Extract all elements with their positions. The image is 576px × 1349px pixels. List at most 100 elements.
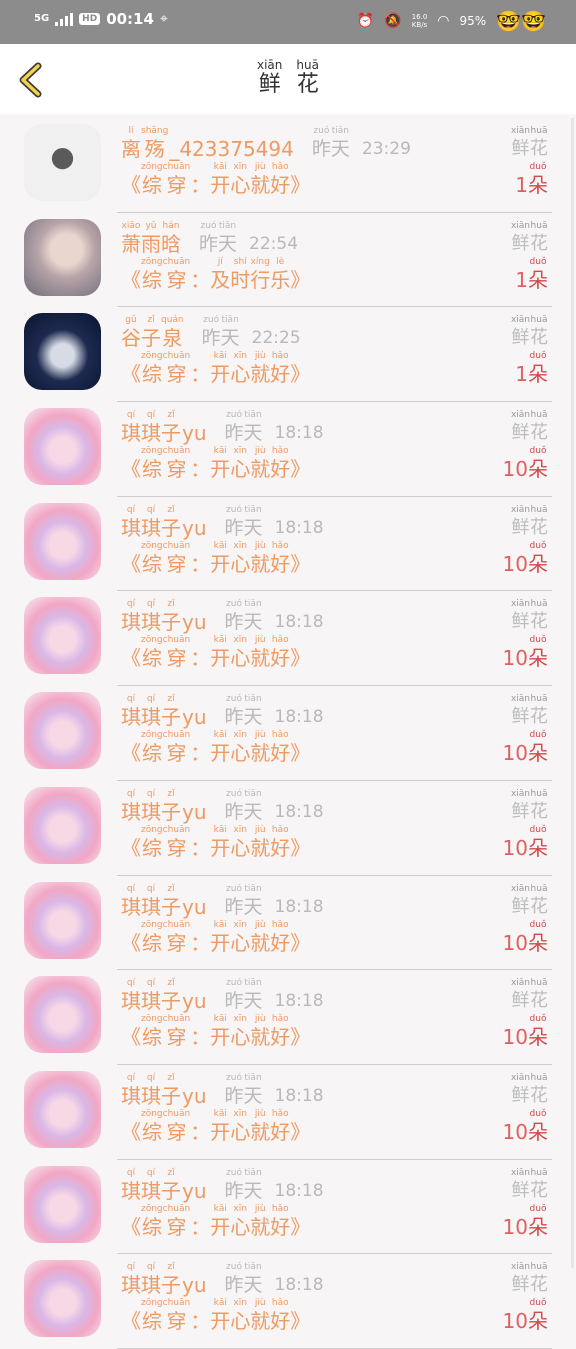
book-char: xīn 心: [230, 541, 250, 577]
hanzi: 琪: [121, 894, 141, 919]
avatar[interactable]: [24, 786, 101, 864]
book-char: chuān 穿: [163, 1014, 191, 1050]
sender-name[interactable]: gǔ 谷 zǐ 子 quán 泉: [121, 315, 184, 351]
gift-type: xiān 鲜 huā 花: [511, 505, 548, 541]
pinyin: zōng: [141, 1014, 163, 1025]
count-number: 10: [502, 646, 528, 671]
gift-count: 10 duǒ 朵: [503, 541, 548, 577]
name-char: zǐ 子: [161, 505, 181, 541]
pinyin: xíng: [250, 256, 270, 267]
hanzi: 综: [141, 930, 162, 955]
gift-char: xiān 鲜: [511, 599, 530, 635]
list-item[interactable]: xiāo 萧 yǔ 雨 hán 晗 zuó 昨 tiān 天 22:54 《 zōng 综 chuān 穿： j…: [0, 213, 576, 308]
sender-name-suffix: _423375494: [169, 137, 294, 161]
hanzi: 鲜: [511, 1179, 530, 1201]
pinyin: qí: [146, 883, 156, 894]
hanzi: 琪: [121, 989, 141, 1014]
list-item[interactable]: qí 琪 qí 琪 zǐ 子 yu zuó 昨 tiān 天 18:18 《 zōng 综 chuān 穿： kā…: [0, 591, 576, 687]
pinyin: zōng: [141, 919, 163, 930]
sender-name[interactable]: qí 琪 qí 琪 zǐ 子 yu: [121, 978, 207, 1014]
gift-char: xiān 鲜: [511, 315, 530, 351]
list-item[interactable]: qí 琪 qí 琪 zǐ 子 yu zuó 昨 tiān 天 18:18 《 zōng 综 chuān 穿： kā…: [0, 876, 576, 971]
sender-line: lí 离 shāng 殇 _423375494 zuó 昨 tiān 天 23:29: [121, 126, 411, 162]
hanzi: 鲜: [511, 895, 530, 917]
hanzi: 子: [161, 799, 181, 824]
avatar[interactable]: [24, 1260, 101, 1338]
avatar[interactable]: [24, 881, 101, 959]
pinyin: duǒ: [529, 1203, 547, 1214]
book-char: kāi 开: [210, 730, 230, 766]
sender-name[interactable]: qí 琪 qí 琪 zǐ 子 yu: [121, 410, 207, 446]
pinyin: qí: [126, 410, 136, 421]
book-char: chuān 穿: [163, 541, 191, 577]
sender-name[interactable]: qí 琪 qí 琪 zǐ 子 yu: [121, 789, 207, 825]
avatar[interactable]: [24, 597, 101, 675]
book-char: zōng 综: [141, 730, 163, 766]
sender-name[interactable]: qí 琪 qí 琪 zǐ 子 yu: [121, 884, 207, 920]
book-char: hǎo 好: [270, 1298, 290, 1334]
list-item[interactable]: qí 琪 qí 琪 zǐ 子 yu zuó 昨 tiān 天 18:18 《 zōng 综 chuān 穿： kā…: [0, 497, 576, 592]
book-char: zōng 综: [141, 825, 163, 861]
hanzi: 天: [243, 1179, 263, 1202]
pinyin: kāi: [213, 540, 227, 551]
hanzi: 好: [270, 551, 291, 576]
sender-name[interactable]: xiāo 萧 yǔ 雨 hán 晗: [121, 221, 181, 257]
count-number: 10: [502, 551, 528, 576]
pinyin: chuān: [162, 824, 191, 835]
hanzi: 心: [230, 835, 251, 860]
list-item[interactable]: gǔ 谷 zǐ 子 quán 泉 zuó 昨 tiān 天 22:25 《 zōng 综 chuān 穿： kā…: [0, 307, 576, 403]
sender-name[interactable]: qí 琪 qí 琪 zǐ 子 yu: [121, 1168, 207, 1204]
book-char: kāi 开: [210, 1109, 230, 1145]
pinyin: xīn: [233, 351, 247, 362]
pinyin: huā: [530, 788, 548, 799]
avatar[interactable]: [24, 313, 101, 391]
message-line: 《 zōng 综 chuān 穿： kāi 开 xīn 心 jiù 就 hǎo 好》: [121, 1109, 310, 1145]
avatar[interactable]: [24, 408, 101, 486]
gift-type: xiān 鲜 huā 花: [511, 978, 548, 1014]
avatar[interactable]: [24, 692, 101, 770]
list-item[interactable]: qí 琪 qí 琪 zǐ 子 yu zuó 昨 tiān 天 18:18 《 zōng 综 chuān 穿： kā…: [0, 1160, 576, 1255]
hanzi: 鲜: [511, 1274, 530, 1296]
list-item[interactable]: lí 离 shāng 殇 _423375494 zuó 昨 tiān 天 23:29 《 zōng 综 c…: [0, 118, 576, 213]
hanzi: 子: [161, 1273, 181, 1298]
list-item[interactable]: qí 琪 qí 琪 zǐ 子 yu zuó 昨 tiān 天 18:18 《 zōng 综 chuān 穿： kā…: [0, 686, 576, 781]
hanzi: 朵: [528, 1119, 548, 1144]
location-icon: ⌖: [159, 11, 168, 27]
list-item[interactable]: qí 琪 qí 琪 zǐ 子 yu zuó 昨 tiān 天 18:18 《 zōng 综 chuān 穿： kā…: [0, 970, 576, 1065]
hanzi: 综: [141, 1025, 162, 1050]
gift-type: xiān 鲜 huā 花: [511, 315, 548, 351]
scrollbar[interactable]: [571, 118, 574, 1268]
count-number: 10: [502, 1309, 528, 1334]
sender-name[interactable]: lí 离 shāng 殇 _423375494: [121, 126, 294, 162]
pinyin: xiān: [510, 883, 530, 894]
gift-count: 10 duǒ 朵: [503, 635, 548, 671]
timestamp: 22:54: [249, 233, 299, 254]
list-item[interactable]: qí 琪 qí 琪 zǐ 子 yu zuó 昨 tiān 天 18:18 《 zōng 综 chuān 穿： kā…: [0, 1254, 576, 1349]
avatar[interactable]: [24, 1165, 101, 1243]
sender-name[interactable]: qí 琪 qí 琪 zǐ 子 yu: [121, 694, 207, 730]
hanzi: 朵: [528, 930, 548, 955]
count-unit: duǒ 朵: [528, 1109, 548, 1145]
list-item[interactable]: qí 琪 qí 琪 zǐ 子 yu zuó 昨 tiān 天 18:18 《 zōng 综 chuān 穿： kā…: [0, 781, 576, 876]
list-item[interactable]: qí 琪 qí 琪 zǐ 子 yu zuó 昨 tiān 天 18:18 《 zōng 综 chuān 穿： kā…: [0, 1065, 576, 1160]
sender-name[interactable]: qí 琪 qí 琪 zǐ 子 yu: [121, 1073, 207, 1109]
gift-count: 1 duǒ 朵: [515, 257, 548, 293]
sender-name[interactable]: qí 琪 qí 琪 zǐ 子 yu: [121, 599, 207, 635]
avatar[interactable]: [24, 1070, 101, 1148]
date-char: tiān 天: [244, 789, 263, 825]
hanzi: 子: [161, 989, 181, 1014]
pinyin: qí: [126, 788, 136, 799]
list-item[interactable]: qí 琪 qí 琪 zǐ 子 yu zuó 昨 tiān 天 18:18 《 zōng 综 chuān 穿： kā…: [0, 402, 576, 497]
hanzi: 离: [121, 137, 141, 161]
pinyin: kāi: [213, 824, 227, 835]
avatar[interactable]: [24, 976, 101, 1054]
sender-name[interactable]: qí 琪 qí 琪 zǐ 子 yu: [121, 1262, 207, 1298]
pinyin: chuān: [162, 162, 191, 172]
avatar[interactable]: [24, 218, 101, 296]
avatar[interactable]: [24, 124, 101, 201]
avatar[interactable]: [24, 502, 101, 580]
pinyin: xiān: [510, 1262, 530, 1273]
name-char: zǐ 子: [161, 1262, 181, 1298]
sender-name-suffix: yu: [182, 894, 207, 919]
sender-name[interactable]: qí 琪 qí 琪 zǐ 子 yu: [121, 505, 207, 541]
